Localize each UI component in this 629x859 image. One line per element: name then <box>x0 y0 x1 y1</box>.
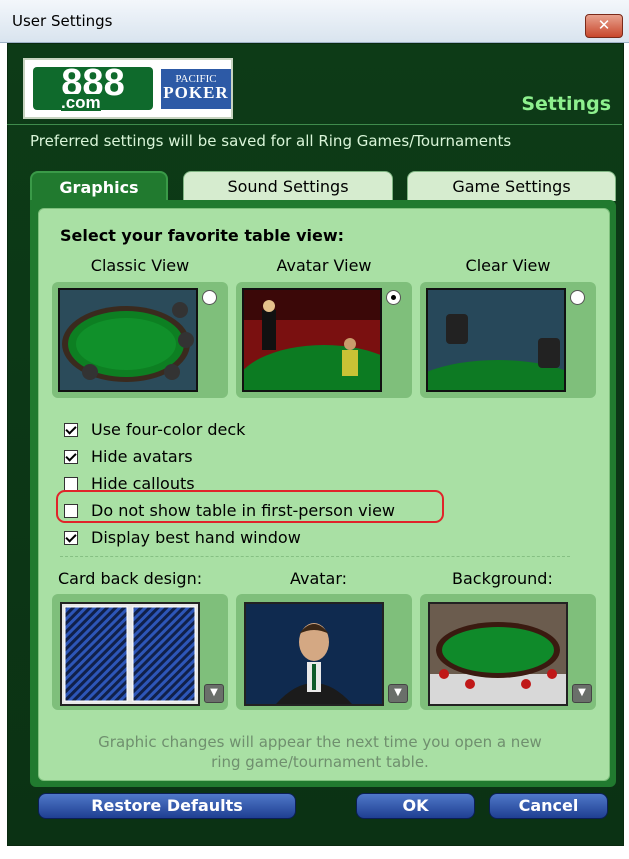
tab-sound-settings[interactable]: Sound Settings <box>183 171 393 201</box>
close-button[interactable]: ✕ <box>585 14 623 38</box>
four-color-deck-label: Use four-color deck <box>91 420 246 439</box>
four-color-deck-checkbox[interactable] <box>64 422 78 437</box>
best-hand-window-label: Display best hand window <box>91 528 301 547</box>
avatar-view-label: Avatar View <box>276 256 372 275</box>
best-hand-window-checkbox[interactable] <box>64 530 78 545</box>
cancel-button[interactable]: Cancel <box>489 793 608 819</box>
avatar-view-option[interactable] <box>236 282 412 398</box>
graphics-options: Use four-color deck Hide avatars Hide ca… <box>64 416 395 551</box>
option-hide-avatars[interactable]: Hide avatars <box>64 443 395 470</box>
chevron-down-icon: ▼ <box>578 687 586 698</box>
table-view-heading: Select your favorite table view: <box>60 226 345 245</box>
logo-pacific-poker: PACIFIC POKER <box>161 68 231 109</box>
classic-view-option[interactable] <box>52 282 228 398</box>
hide-callouts-checkbox[interactable] <box>64 476 78 491</box>
card-back-selector[interactable]: ▼ <box>52 594 228 710</box>
card-back-label: Card back design: <box>58 569 203 588</box>
section-divider <box>60 556 570 557</box>
option-four-color-deck[interactable]: Use four-color deck <box>64 416 395 443</box>
clear-view-thumbnail <box>426 288 566 392</box>
subtitle: Preferred settings will be saved for all… <box>30 132 512 150</box>
chevron-down-icon: ▼ <box>394 687 402 698</box>
avatar-view-thumbnail <box>242 288 382 392</box>
hide-avatars-checkbox[interactable] <box>64 449 78 464</box>
clear-view-option[interactable] <box>420 282 596 398</box>
title-bar: User Settings ✕ <box>0 0 629 43</box>
clear-view-label: Clear View <box>465 256 551 275</box>
graphics-change-note: Graphic changes will appear the next tim… <box>60 732 580 772</box>
red-highlight-annotation <box>56 490 444 523</box>
background-dropdown[interactable]: ▼ <box>572 684 592 703</box>
window-title: User Settings <box>12 12 113 30</box>
logo-poker-text: POKER <box>163 82 229 102</box>
chevron-down-icon: ▼ <box>210 687 218 698</box>
background-selector[interactable]: ▼ <box>420 594 596 710</box>
avatar-thumbnail <box>244 602 384 706</box>
note-line-2: ring game/tournament table. <box>211 753 429 771</box>
avatar-label: Avatar: <box>290 569 348 588</box>
avatar-view-radio[interactable] <box>386 290 401 305</box>
avatar-dropdown[interactable]: ▼ <box>388 684 408 703</box>
card-back-thumbnail <box>60 602 200 706</box>
background-thumbnail <box>428 602 568 706</box>
hide-avatars-label: Hide avatars <box>91 447 193 466</box>
header-divider <box>7 124 622 125</box>
clear-view-radio[interactable] <box>570 290 585 305</box>
close-icon: ✕ <box>597 16 611 34</box>
tab-game-settings[interactable]: Game Settings <box>407 171 616 201</box>
classic-view-radio[interactable] <box>202 290 217 305</box>
classic-view-thumbnail <box>58 288 198 392</box>
restore-defaults-button[interactable]: Restore Defaults <box>38 793 296 819</box>
ok-button[interactable]: OK <box>356 793 475 819</box>
classic-view-label: Classic View <box>90 256 190 275</box>
logo-888: 888 .com <box>33 64 153 112</box>
option-best-hand-window[interactable]: Display best hand window <box>64 524 395 551</box>
avatar-selector[interactable]: ▼ <box>236 594 412 710</box>
card-back-dropdown[interactable]: ▼ <box>204 684 224 703</box>
tab-graphics[interactable]: Graphics <box>30 171 168 201</box>
header-title: Settings <box>521 93 611 115</box>
logo: 888 .com PACIFIC POKER <box>23 58 233 119</box>
background-label: Background: <box>452 569 553 588</box>
note-line-1: Graphic changes will appear the next tim… <box>98 733 542 751</box>
logo-com-text: .com <box>61 93 101 112</box>
